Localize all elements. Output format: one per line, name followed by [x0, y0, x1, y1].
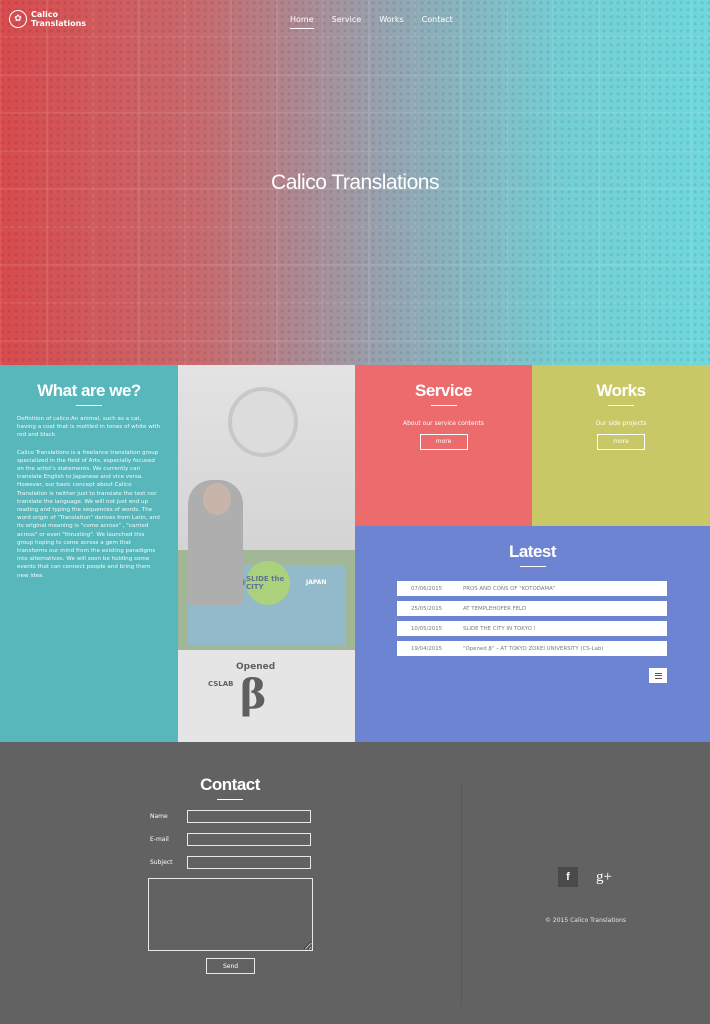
title-underline	[430, 405, 457, 406]
subject-row: Subject	[140, 856, 320, 869]
hamburger-icon[interactable]	[649, 668, 667, 683]
contact-title: Contact	[200, 775, 260, 794]
social-links: f g+	[558, 867, 614, 887]
message-textarea[interactable]	[148, 878, 313, 951]
works-tile: Works Our side projects more	[532, 365, 710, 526]
news-list: 07/06/2015 PROS AND CONS OF "KOTODAMA" 2…	[397, 581, 667, 661]
subject-label: Subject	[150, 859, 173, 866]
news-title: AT TEMPLEHOFER FELD	[463, 605, 527, 612]
hero-title: Calico Translations	[271, 171, 439, 194]
title-underline	[76, 405, 102, 406]
latest-section: Latest 07/06/2015 PROS AND CONS OF "KOTO…	[355, 526, 710, 742]
google-plus-icon[interactable]: g+	[594, 867, 614, 887]
service-title: Service	[415, 381, 473, 400]
news-item[interactable]: 19/04/2015 "Opened β" – AT TOKYO ZOKEI U…	[397, 641, 667, 656]
main-nav: Home Service Works Contact	[290, 15, 453, 29]
about-section: What are we? Definition of calico:An ani…	[0, 365, 178, 742]
name-label: Name	[150, 813, 168, 820]
nav-works[interactable]: Works	[379, 15, 403, 29]
works-more-button[interactable]: more	[597, 434, 645, 450]
hamburger-line	[654, 675, 662, 676]
email-row: E-mail	[140, 833, 320, 846]
vertical-divider	[461, 782, 462, 1007]
photo-collage: Slide the City SLIDE the CITY JAPAN Open…	[178, 365, 355, 742]
news-item[interactable]: 10/05/2015 SLIDE THE CITY IN TOKYO !	[397, 621, 667, 636]
works-title: Works	[596, 381, 646, 400]
news-date: 10/05/2015	[411, 625, 443, 632]
contact-section: Contact Name E-mail Subject Send f g+ © …	[0, 742, 710, 1024]
hero-section: ✿ Calico Translations Home Service Works…	[0, 0, 710, 365]
name-row: Name	[140, 810, 320, 823]
latest-title: Latest	[508, 542, 557, 561]
subject-field[interactable]	[187, 856, 311, 869]
news-title: "Opened β" – AT TOKYO ZOKEI UNIVERSITY (…	[463, 645, 604, 652]
email-label: E-mail	[150, 836, 169, 843]
news-item[interactable]: 25/05/2015 AT TEMPLEHOFER FELD	[397, 601, 667, 616]
email-field[interactable]	[187, 833, 311, 846]
works-subtitle: Our side projects	[595, 420, 647, 427]
contact-fields: Name E-mail Subject	[140, 810, 320, 869]
title-underline	[217, 799, 243, 800]
nav-service[interactable]: Service	[332, 15, 362, 29]
send-button[interactable]: Send	[206, 958, 255, 974]
contact-form: Contact Name E-mail Subject Send	[140, 775, 320, 974]
service-more-button[interactable]: more	[419, 434, 468, 450]
copyright-text: © 2015 Calico Translations	[545, 917, 626, 924]
news-date: 07/06/2015	[411, 585, 443, 592]
title-underline	[608, 405, 634, 406]
hamburger-line	[654, 672, 662, 674]
title-underline	[519, 566, 546, 567]
news-title: PROS AND CONS OF "KOTODAMA"	[463, 585, 556, 592]
facebook-icon[interactable]: f	[558, 867, 578, 887]
news-date: 19/04/2015	[411, 645, 443, 652]
news-title: SLIDE THE CITY IN TOKYO !	[463, 625, 536, 632]
news-item[interactable]: 07/06/2015 PROS AND CONS OF "KOTODAMA"	[397, 581, 667, 596]
calico-logo-icon: ✿	[9, 10, 27, 28]
name-field[interactable]	[187, 810, 311, 823]
service-tile: Service About our service contents more	[355, 365, 532, 526]
logo-text: Calico Translations	[31, 10, 86, 28]
nav-contact[interactable]: Contact	[422, 15, 453, 29]
hamburger-line	[654, 677, 662, 679]
logo[interactable]: ✿ Calico Translations	[9, 10, 86, 28]
about-paragraph-1: Definition of calico:An animal, such as …	[17, 416, 161, 439]
about-title: What are we?	[37, 381, 141, 400]
nav-home[interactable]: Home	[290, 15, 314, 29]
photo-overlay	[178, 365, 355, 742]
logo-line-1: Calico	[31, 10, 58, 19]
logo-line-2: Translations	[31, 19, 87, 28]
news-date: 25/05/2015	[411, 605, 443, 612]
service-subtitle: About our service contents	[403, 420, 484, 427]
about-paragraph-2: Calico Translations is a freelance trans…	[17, 449, 160, 579]
